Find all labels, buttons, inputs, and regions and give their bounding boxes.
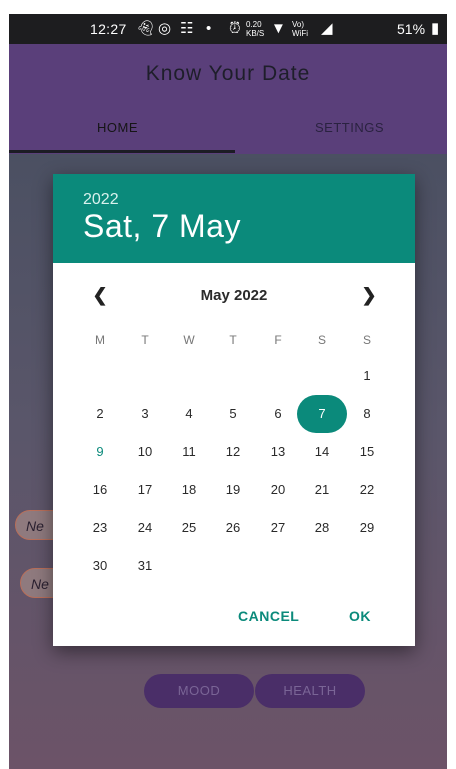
calendar-day[interactable]: 15 [350, 435, 384, 469]
calendar-day[interactable]: 29 [350, 511, 384, 545]
battery-icon: ▮ [431, 20, 440, 37]
calendar-day[interactable]: 27 [261, 511, 295, 545]
calendar-day[interactable]: 26 [216, 511, 250, 545]
calendar-day[interactable]: 23 [83, 511, 117, 545]
calendar-day[interactable]: 20 [261, 473, 295, 507]
tab-home[interactable]: HOME [97, 120, 138, 135]
signal-icon: ◢ [321, 20, 333, 37]
network-speed-unit: KB/S [246, 29, 265, 38]
volte-label-top: Vo) [292, 20, 305, 29]
weekday-label: S [362, 333, 371, 347]
instagram-icon: ◎ [158, 20, 172, 37]
calendar-day[interactable]: 25 [172, 511, 206, 545]
tab-settings[interactable]: SETTINGS [315, 120, 384, 135]
calendar-day[interactable]: 17 [128, 473, 162, 507]
status-time: 12:27 [90, 21, 127, 37]
alarm-icon: ⏰︎ [229, 20, 241, 37]
calendar-day[interactable]: 24 [128, 511, 162, 545]
calendar-day[interactable]: 31 [128, 549, 162, 583]
network-speed-value: 0.20 [246, 20, 262, 29]
volte-label-bottom: WiFi [292, 29, 308, 38]
date-picker-dialog: 2022 Sat, 7 May ❮ May 2022 ❯ CANCEL OK M… [53, 174, 415, 646]
calendar-day[interactable]: 12 [216, 435, 250, 469]
selected-day[interactable]: 7 [305, 397, 339, 431]
header-year[interactable]: 2022 [83, 191, 119, 209]
calendar-day[interactable]: 10 [128, 435, 162, 469]
weekday-label: T [141, 333, 149, 347]
calendar-day[interactable]: 21 [305, 473, 339, 507]
weekday-label: M [95, 333, 105, 347]
calendar-day[interactable]: 22 [350, 473, 384, 507]
app-title: Know Your Date [145, 62, 311, 85]
mood-button[interactable]: MOOD [144, 674, 254, 708]
calendar-day[interactable]: 30 [83, 549, 117, 583]
weekday-label: T [229, 333, 237, 347]
calendar-day[interactable]: 1 [350, 359, 384, 393]
tab-indicator [9, 150, 235, 153]
header-selected-date[interactable]: Sat, 7 May [83, 208, 241, 245]
today-day[interactable]: 9 [83, 435, 117, 469]
weekday-label: F [274, 333, 282, 347]
date-picker-header: 2022 Sat, 7 May [53, 174, 415, 263]
message-icon: ☷ [180, 20, 194, 37]
calendar-day[interactable]: 2 [83, 397, 117, 431]
battery-percentage: 51% [397, 21, 426, 37]
weekday-label: W [183, 333, 195, 347]
status-bar: 12:27 👻︎ ◎ ☷ • ⏰︎ 0.20 KB/S ▼ Vo) WiFi ◢… [9, 14, 447, 44]
app-bar: Know Your Date HOME SETTINGS [9, 44, 447, 154]
calendar-day[interactable]: 28 [305, 511, 339, 545]
calendar-day[interactable]: 3 [128, 397, 162, 431]
health-button[interactable]: HEALTH [255, 674, 365, 708]
weekday-label: S [317, 333, 326, 347]
calendar-day[interactable]: 19 [216, 473, 250, 507]
snapchat-icon: 👻︎ [136, 20, 156, 37]
calendar-day[interactable]: 6 [261, 397, 295, 431]
ok-button[interactable]: OK [349, 608, 371, 624]
calendar-day[interactable]: 4 [172, 397, 206, 431]
calendar-day[interactable]: 13 [261, 435, 295, 469]
calendar-day[interactable]: 8 [350, 397, 384, 431]
screen: 12:27 👻︎ ◎ ☷ • ⏰︎ 0.20 KB/S ▼ Vo) WiFi ◢… [0, 0, 456, 769]
notification-dot-icon: • [206, 20, 212, 37]
cancel-button[interactable]: CANCEL [238, 608, 299, 624]
calendar-day[interactable]: 11 [172, 435, 206, 469]
calendar-day[interactable]: 5 [216, 397, 250, 431]
calendar-day[interactable]: 18 [172, 473, 206, 507]
calendar-day[interactable]: 14 [305, 435, 339, 469]
calendar-day[interactable]: 16 [83, 473, 117, 507]
chevron-right-icon[interactable]: ❯ [354, 280, 384, 310]
wifi-icon: ▼ [271, 20, 286, 37]
